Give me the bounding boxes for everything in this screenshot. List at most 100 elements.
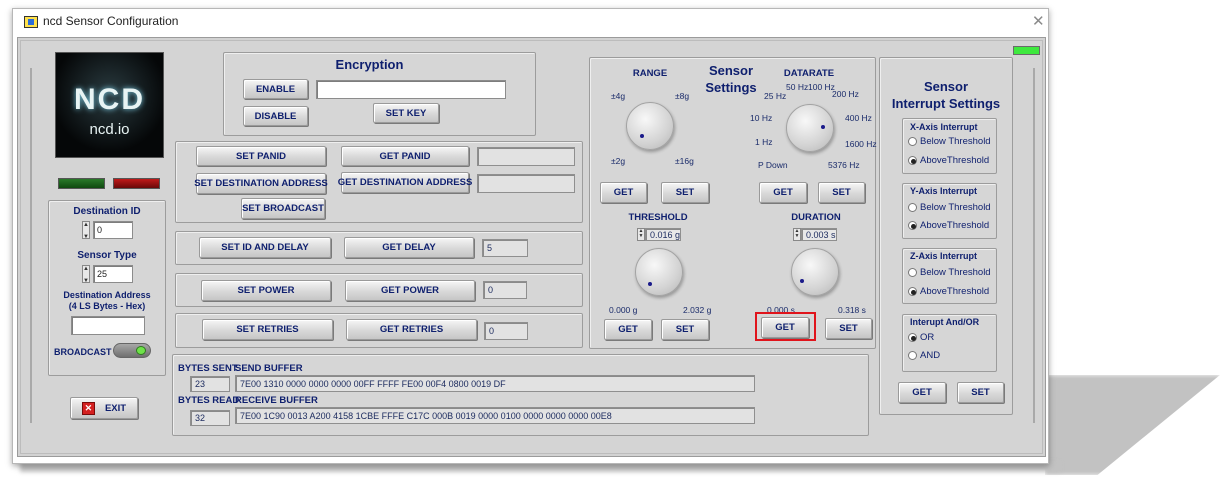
datarate-knob[interactable] xyxy=(786,104,834,152)
datarate-tick-5376: 5376 Hz xyxy=(828,160,860,170)
y-above-radio[interactable] xyxy=(908,221,917,230)
x-below-label: Below Threshold xyxy=(920,136,991,147)
z-above-radio[interactable] xyxy=(908,287,917,296)
dest-id-spinner[interactable]: ▲ ▼ xyxy=(82,221,90,240)
andor-label: Interupt And/OR xyxy=(910,317,980,327)
range-tick-2g: ±2g xyxy=(611,156,626,166)
window-shadow xyxy=(1045,375,1220,475)
datarate-tick-1600: 1600 Hz xyxy=(845,139,877,149)
app-icon xyxy=(24,16,38,28)
set-key-button[interactable]: SET KEY xyxy=(373,103,439,123)
range-knob[interactable] xyxy=(626,102,674,150)
datarate-tick-1: 1 Hz xyxy=(755,137,773,147)
threshold-set-button[interactable]: SET xyxy=(661,319,709,340)
sensor-type-input[interactable]: 25 xyxy=(93,265,133,283)
get-power-button[interactable]: GET POWER xyxy=(345,280,475,301)
interrupt-title-2: Interrupt Settings xyxy=(891,96,1001,111)
dest-id-label: Destination ID xyxy=(73,206,141,217)
datarate-tick-200: 200 Hz xyxy=(832,89,859,99)
threshold-min: 0.000 g xyxy=(609,305,638,315)
set-id-delay-button[interactable]: SET ID AND DELAY xyxy=(199,237,331,258)
duration-knob[interactable] xyxy=(791,248,839,296)
y-below-radio[interactable] xyxy=(908,203,917,212)
x-above-label: AboveThreshold xyxy=(920,155,990,166)
duration-set-button[interactable]: SET xyxy=(825,318,872,339)
set-retries-button[interactable]: SET RETRIES xyxy=(202,319,333,340)
broadcast-toggle-light xyxy=(136,346,146,355)
exit-label: EXIT xyxy=(104,402,127,414)
sensor-type-label: Sensor Type xyxy=(77,250,137,261)
dest-id-input[interactable]: 0 xyxy=(93,221,133,239)
threshold-knob-indicator xyxy=(648,282,652,286)
set-power-button[interactable]: SET POWER xyxy=(201,280,331,301)
datarate-tick-50: 50 Hz xyxy=(786,82,809,92)
exit-icon: ✕ xyxy=(81,401,95,415)
enable-button[interactable]: ENABLE xyxy=(243,79,308,99)
close-icon[interactable]: ✕ xyxy=(1032,12,1045,30)
logo: NCD ncd.io xyxy=(55,52,164,158)
encryption-key-input[interactable] xyxy=(316,80,506,99)
duration-spinner[interactable]: ▲ ▼ xyxy=(793,228,801,241)
range-knob-indicator xyxy=(640,134,644,138)
datarate-tick-100: 100 Hz xyxy=(808,82,835,92)
threshold-value[interactable]: 0.016 g xyxy=(645,228,681,241)
threshold-spinner[interactable]: ▲ ▼ xyxy=(637,228,645,241)
datarate-set-button[interactable]: SET xyxy=(818,182,865,203)
datarate-tick-400: 400 Hz xyxy=(845,113,872,123)
z-axis-label: Z-Axis Interrupt xyxy=(910,251,978,261)
broadcast-label: BROADCAST xyxy=(54,347,112,357)
z-below-radio[interactable] xyxy=(908,268,917,277)
y-axis-label: Y-Axis Interrupt xyxy=(910,186,978,196)
x-axis-label: X-Axis Interrupt xyxy=(910,122,978,132)
exit-button[interactable]: ✕ EXIT xyxy=(70,397,138,419)
datarate-tick-pdown: P Down xyxy=(758,160,788,170)
threshold-get-button[interactable]: GET xyxy=(604,319,652,340)
threshold-knob[interactable] xyxy=(635,248,683,296)
set-panid-button[interactable]: SET PANID xyxy=(196,146,326,166)
set-broadcast-button[interactable]: SET BROADCAST xyxy=(241,198,325,219)
z-above-label: AboveThreshold xyxy=(920,286,990,297)
send-buffer-display: 7E00 1310 0000 0000 0000 00FF FFFF FE00 … xyxy=(235,375,755,392)
get-panid-button[interactable]: GET PANID xyxy=(341,146,469,166)
get-destination-button[interactable]: GET DESTINATION ADDRESS xyxy=(338,172,472,193)
led-green xyxy=(58,178,105,189)
datarate-label: DATARATE xyxy=(783,68,835,79)
or-radio[interactable] xyxy=(908,333,917,342)
disable-button[interactable]: DISABLE xyxy=(243,106,308,126)
sensor-settings-title-1: Sensor xyxy=(708,63,754,78)
range-get-button[interactable]: GET xyxy=(600,182,647,203)
x-above-radio[interactable] xyxy=(908,156,917,165)
retries-display: 0 xyxy=(484,322,528,340)
bytes-sent-display: 23 xyxy=(190,376,230,392)
z-below-label: Below Threshold xyxy=(920,267,991,278)
datarate-get-button[interactable]: GET xyxy=(759,182,807,203)
range-set-button[interactable]: SET xyxy=(661,182,709,203)
dest-addr-input[interactable] xyxy=(71,316,145,335)
duration-value[interactable]: 0.003 s xyxy=(801,228,837,241)
led-red xyxy=(113,178,160,189)
range-tick-16g: ±16g xyxy=(675,156,694,166)
encryption-title: Encryption xyxy=(335,57,404,72)
range-tick-4g: ±4g xyxy=(611,91,626,101)
and-radio[interactable] xyxy=(908,351,917,360)
set-destination-button[interactable]: SET DESTINATION ADDRESS xyxy=(194,173,328,194)
x-below-radio[interactable] xyxy=(908,137,917,146)
broadcast-toggle[interactable] xyxy=(113,343,151,358)
datarate-knob-indicator xyxy=(821,125,825,129)
destination-display xyxy=(477,174,575,193)
get-delay-button[interactable]: GET DELAY xyxy=(344,237,474,258)
duration-label: DURATION xyxy=(791,212,841,223)
right-scroll-line xyxy=(1033,68,1035,423)
interrupt-set-button[interactable]: SET xyxy=(957,382,1004,403)
sensor-type-spinner[interactable]: ▲ ▼ xyxy=(82,265,90,284)
left-scroll-line xyxy=(30,68,32,423)
and-label: AND xyxy=(920,350,941,361)
get-retries-button[interactable]: GET RETRIES xyxy=(346,319,477,340)
window-title: ncd Sensor Configuration xyxy=(43,14,179,28)
bytes-sent-label: BYTES SENT xyxy=(178,363,238,374)
delay-display: 5 xyxy=(482,239,528,257)
threshold-label: THRESHOLD xyxy=(628,212,688,223)
logo-site: ncd.io xyxy=(89,121,130,138)
interrupt-get-button[interactable]: GET xyxy=(898,382,946,403)
duration-get-button[interactable]: GET xyxy=(761,317,809,338)
